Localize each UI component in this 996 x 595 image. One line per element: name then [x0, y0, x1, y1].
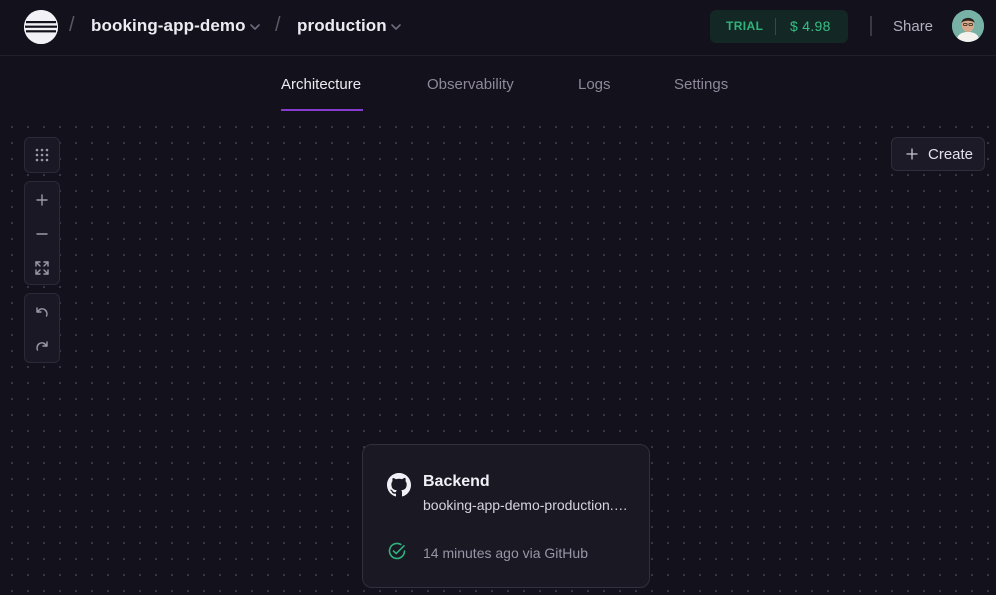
breadcrumb-separator: / — [69, 14, 75, 36]
breadcrumb-separator: / — [275, 14, 281, 36]
share-button[interactable]: Share — [893, 18, 933, 35]
tab-settings[interactable]: Settings — [674, 76, 728, 93]
trial-divider — [775, 18, 776, 35]
environment-name[interactable]: production — [297, 16, 387, 36]
fit-view-icon[interactable] — [25, 251, 59, 285]
chevron-down-icon[interactable] — [248, 20, 262, 34]
top-bar: / booking-app-demo / production TRIAL $ … — [0, 0, 996, 56]
tab-logs[interactable]: Logs — [578, 76, 611, 93]
create-button-label: Create — [928, 146, 974, 163]
service-domain[interactable]: booking-app-demo-production.up.railway.a… — [423, 497, 629, 513]
create-button[interactable]: Create — [891, 137, 985, 171]
credit-amount: $ 4.98 — [790, 18, 831, 34]
user-avatar[interactable] — [952, 10, 984, 42]
history-controls-group — [24, 293, 60, 363]
zoom-out-icon[interactable] — [25, 217, 59, 251]
github-icon — [387, 473, 411, 497]
zoom-controls-group — [24, 181, 60, 285]
deployment-status: 14 minutes ago via GitHub — [423, 545, 588, 561]
canvas-menu-group — [24, 137, 60, 173]
tab-observability[interactable]: Observability — [427, 76, 514, 93]
zoom-in-icon[interactable] — [25, 183, 59, 217]
app-window: / booking-app-demo / production TRIAL $ … — [0, 0, 996, 595]
plus-icon — [906, 148, 918, 160]
undo-icon[interactable] — [25, 295, 59, 329]
redo-icon[interactable] — [25, 329, 59, 363]
tab-architecture[interactable]: Architecture — [281, 76, 361, 93]
header-divider — [870, 16, 872, 36]
railway-logo-icon[interactable] — [24, 10, 58, 44]
trial-label: TRIAL — [726, 19, 764, 33]
active-tab-indicator — [281, 109, 363, 111]
grid-dots-icon[interactable] — [25, 138, 59, 172]
chevron-down-icon[interactable] — [389, 20, 403, 34]
service-card-backend[interactable]: Backend booking-app-demo-production.up.r… — [362, 444, 650, 588]
trial-credit-badge[interactable]: TRIAL $ 4.98 — [710, 10, 848, 43]
check-circle-icon — [388, 542, 406, 560]
service-name: Backend — [423, 473, 490, 490]
main-tabs: Architecture Observability Logs Settings — [0, 57, 996, 113]
project-name[interactable]: booking-app-demo — [91, 16, 246, 36]
